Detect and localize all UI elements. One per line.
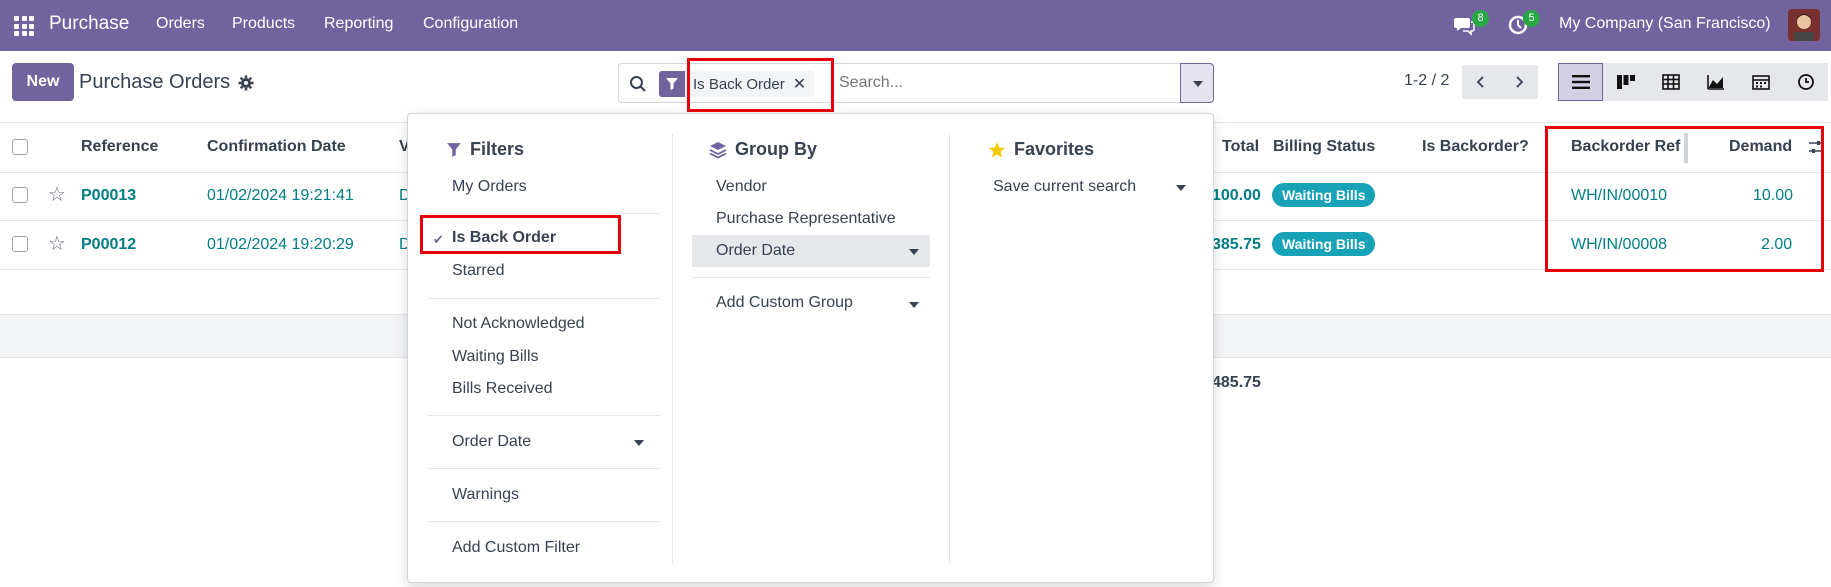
kanban-view-icon [1616,75,1635,89]
star-icon[interactable]: ☆ [48,182,66,207]
favorites-title: Favorites [988,139,1094,160]
divider [428,213,660,214]
row-reference[interactable]: P00012 [81,236,136,254]
activity-view-icon [1797,74,1814,90]
search-icon[interactable] [629,75,647,93]
save-current-search[interactable]: Save current search [993,178,1136,196]
col-total[interactable]: Total [1222,138,1259,156]
divider [428,468,660,469]
app-brand[interactable]: Purchase [49,13,129,35]
view-list-button[interactable] [1558,63,1603,101]
pager-previous-button[interactable] [1462,65,1500,99]
filters-title: Filters [446,139,524,160]
group-by-title-label: Group By [735,139,818,159]
billing-status-badge: Waiting Bills [1272,232,1376,256]
filters-title-label: Filters [470,139,525,159]
divider [428,415,660,416]
row-total[interactable]: 385.75 [1212,236,1261,254]
view-kanban-button[interactable] [1603,63,1648,101]
col-billing-status[interactable]: Billing Status [1273,138,1375,156]
col-is-backorder[interactable]: Is Backorder? [1422,138,1529,156]
group-order-date[interactable]: Order Date [716,242,795,260]
add-custom-group[interactable]: Add Custom Group [716,294,853,312]
col-reference[interactable]: Reference [81,138,158,156]
highlight-filter-item [420,215,621,254]
group-by-title: Group By [709,139,817,160]
view-pivot-button[interactable] [1648,63,1693,101]
filter-order-date[interactable]: Order Date [452,433,531,451]
group-purchase-representative[interactable]: Purchase Representative [716,210,896,228]
add-custom-filter[interactable]: Add Custom Filter [452,539,580,557]
chevron-left-icon [1476,76,1484,88]
row-total[interactable]: 100.00 [1212,187,1261,205]
highlight-backorder-columns [1545,126,1824,272]
caret-down-icon[interactable] [909,302,919,308]
filter-icon [659,71,685,97]
activity-count-badge: 5 [1523,10,1540,27]
user-avatar[interactable] [1788,9,1820,41]
grand-total: 485.75 [1212,374,1261,391]
col-confirmation-date[interactable]: Confirmation Date [207,138,346,156]
caret-down-icon[interactable] [634,440,644,446]
filter-starred[interactable]: Starred [452,262,504,280]
favorites-title-label: Favorites [1014,139,1095,159]
pager-next-button[interactable] [1500,65,1538,99]
view-activity-button[interactable] [1783,63,1828,101]
row-checkbox[interactable] [12,236,28,252]
filter-icon [447,142,461,157]
chat-count-badge: 8 [1472,10,1489,27]
search-input[interactable] [839,74,1159,92]
search-dropdown-panel: Filters My Orders ✔ Is Back Order Starre… [407,113,1214,583]
calendar-view-icon [1751,75,1770,90]
list-view-icon [1571,75,1590,89]
gear-icon[interactable] [238,75,254,91]
caret-down-icon[interactable] [1176,185,1186,191]
pivot-view-icon [1661,74,1680,90]
menu-configuration[interactable]: Configuration [423,15,518,33]
filter-warnings[interactable]: Warnings [452,486,519,504]
star-filled-icon [989,141,1005,157]
star-icon[interactable]: ☆ [48,231,66,256]
group-vendor[interactable]: Vendor [716,178,767,196]
company-switcher[interactable]: My Company (San Francisco) [1559,15,1771,33]
caret-down-icon[interactable] [909,249,919,255]
highlight-facet [687,58,834,112]
top-navbar: Purchase Orders Products Reporting Confi… [0,0,1831,51]
divider [428,521,660,522]
billing-status-badge: Waiting Bills [1272,183,1376,207]
filter-waiting-bills[interactable]: Waiting Bills [452,348,539,366]
caret-down-icon [1193,81,1203,87]
filter-not-acknowledged[interactable]: Not Acknowledged [452,315,585,333]
column-divider [672,134,673,564]
new-button[interactable]: New [12,63,74,101]
filter-my-orders[interactable]: My Orders [452,178,527,196]
apps-menu-icon[interactable] [14,16,34,36]
row-reference[interactable]: P00013 [81,187,136,205]
select-all-checkbox[interactable] [12,139,28,155]
pager-value[interactable]: 1-2 / 2 [1404,72,1449,90]
view-graph-button[interactable] [1693,63,1738,101]
menu-products[interactable]: Products [232,15,295,33]
column-divider [949,134,950,564]
menu-orders[interactable]: Orders [156,15,205,33]
row-checkbox[interactable] [12,187,28,203]
row-confirmation-date[interactable]: 01/02/2024 19:20:29 [207,236,354,254]
row-confirmation-date[interactable]: 01/02/2024 19:21:41 [207,187,354,205]
chevron-right-icon [1516,76,1524,88]
layers-icon [709,141,727,159]
graph-view-icon [1706,75,1724,90]
search-options-toggle[interactable] [1180,63,1214,103]
page-title: Purchase Orders [79,71,231,93]
divider [428,298,660,299]
filter-bills-received[interactable]: Bills Received [452,380,552,398]
divider [692,277,930,278]
view-calendar-button[interactable] [1738,63,1783,101]
menu-reporting[interactable]: Reporting [324,15,393,33]
